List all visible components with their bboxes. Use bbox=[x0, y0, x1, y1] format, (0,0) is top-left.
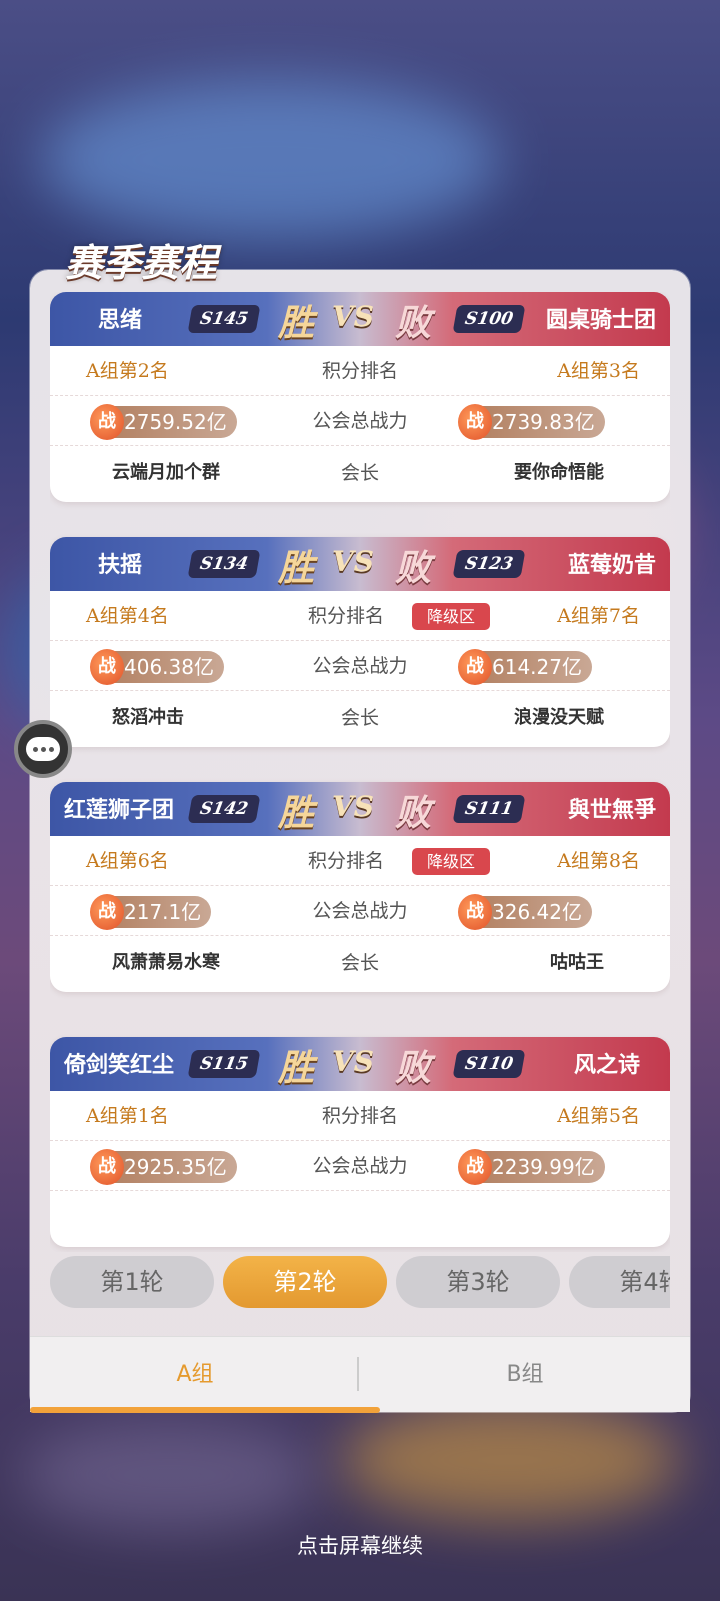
match-card[interactable]: 思绪 S145 胜 VS 败 S100 圆桌骑士团 A组第2名 积分排名 A组第… bbox=[50, 292, 670, 502]
match-header: 思绪 S145 胜 VS 败 S100 圆桌骑士团 bbox=[50, 292, 670, 346]
tap-to-continue[interactable]: 点击屏幕继续 bbox=[0, 1530, 720, 1560]
lose-label: 败 bbox=[395, 1047, 432, 1089]
lose-label: 败 bbox=[395, 547, 432, 589]
match-card[interactable]: 扶摇 S134 胜 VS 败 S123 蓝莓奶昔 A组第4名 积分排名 降级区 … bbox=[50, 537, 670, 747]
tab-round-4[interactable]: 第4轮 bbox=[569, 1256, 670, 1308]
win-label: 胜 bbox=[278, 547, 315, 589]
leader-row: 怒滔冲击 会长 浪漫没天赋 bbox=[50, 693, 670, 743]
vs-label: VS bbox=[332, 545, 374, 578]
tab-divider bbox=[357, 1357, 359, 1391]
right-power-value: 2239.99亿 bbox=[492, 1155, 595, 1179]
left-team-name: 扶摇 bbox=[98, 552, 143, 578]
right-team-name: 风之诗 bbox=[573, 1052, 640, 1078]
win-label: 胜 bbox=[278, 1047, 315, 1089]
right-leader: 浪漫没天赋 bbox=[514, 707, 604, 728]
right-power: 战 614.27亿 bbox=[458, 649, 592, 685]
right-power: 战 2739.83亿 bbox=[458, 404, 605, 440]
right-power-value: 2739.83亿 bbox=[492, 410, 595, 434]
right-power: 战 326.42亿 bbox=[458, 894, 592, 930]
rank-row: A组第2名 积分排名 A组第3名 bbox=[50, 346, 670, 396]
match-card[interactable]: 倚剑笑红尘 S115 胜 VS 败 S110 风之诗 A组第1名 积分排名 A组… bbox=[50, 1037, 670, 1247]
right-server-tag: S111 bbox=[452, 795, 526, 823]
right-leader: 咕咕王 bbox=[550, 952, 604, 973]
leader-row: 风萧萧易水寒 会长 咕咕王 bbox=[50, 938, 670, 988]
tab-group-a[interactable]: A组 bbox=[30, 1337, 360, 1413]
left-team-name: 倚剑笑红尘 bbox=[64, 1052, 175, 1078]
left-server-tag: S145 bbox=[187, 305, 261, 333]
leader-row: 云端月加个群 会长 要你命悟能 bbox=[50, 448, 670, 498]
match-list[interactable]: 思绪 S145 胜 VS 败 S100 圆桌骑士团 A组第2名 积分排名 A组第… bbox=[50, 292, 670, 1252]
rank-row: A组第4名 积分排名 降级区 A组第7名 bbox=[50, 591, 670, 641]
page-title-wrap: 赛季赛程 bbox=[65, 232, 217, 287]
left-server-tag: S134 bbox=[187, 550, 261, 578]
chat-icon bbox=[26, 737, 60, 761]
right-rank: A组第3名 bbox=[557, 360, 640, 382]
tab-round-3[interactable]: 第3轮 bbox=[396, 1256, 560, 1308]
left-rank: A组第6名 bbox=[86, 850, 169, 872]
right-rank: A组第8名 bbox=[557, 850, 640, 872]
right-leader: 要你命悟能 bbox=[514, 462, 604, 483]
relegation-badge: 降级区 bbox=[412, 848, 490, 875]
left-rank: A组第4名 bbox=[86, 605, 169, 627]
left-server-tag: S115 bbox=[187, 1050, 261, 1078]
win-label: 胜 bbox=[278, 302, 315, 344]
match-card[interactable]: 红莲狮子团 S142 胜 VS 败 S111 與世無爭 A组第6名 积分排名 降… bbox=[50, 782, 670, 992]
power-row: 战 406.38亿 公会总战力 战 614.27亿 bbox=[50, 641, 670, 691]
tab-group-b[interactable]: B组 bbox=[360, 1337, 690, 1413]
power-row: 战 2759.52亿 公会总战力 战 2739.83亿 bbox=[50, 396, 670, 446]
rank-row: A组第6名 积分排名 降级区 A组第8名 bbox=[50, 836, 670, 886]
match-header: 红莲狮子团 S142 胜 VS 败 S111 與世無爭 bbox=[50, 782, 670, 836]
left-server-tag: S142 bbox=[187, 795, 261, 823]
lose-label: 败 bbox=[395, 302, 432, 344]
right-power: 战 2239.99亿 bbox=[458, 1149, 605, 1185]
match-header: 扶摇 S134 胜 VS 败 S123 蓝莓奶昔 bbox=[50, 537, 670, 591]
right-team-name: 與世無爭 bbox=[567, 797, 656, 823]
vs-label: VS bbox=[332, 300, 374, 333]
active-tab-indicator bbox=[30, 1407, 380, 1413]
right-power-value: 614.27亿 bbox=[492, 655, 582, 679]
right-team-name: 蓝莓奶昔 bbox=[567, 552, 656, 578]
battle-power-icon: 战 bbox=[458, 1149, 492, 1185]
page-title: 赛季赛程 bbox=[65, 240, 218, 285]
round-tabs: 第1轮 第2轮 第3轮 第4轮 bbox=[30, 1256, 670, 1320]
rank-row: A组第1名 积分排名 A组第5名 bbox=[50, 1091, 670, 1141]
right-power-value: 326.42亿 bbox=[492, 900, 582, 924]
right-team-name: 圆桌骑士团 bbox=[545, 307, 656, 333]
vs-label: VS bbox=[332, 1045, 374, 1078]
battle-power-icon: 战 bbox=[458, 894, 492, 930]
match-header: 倚剑笑红尘 S115 胜 VS 败 S110 风之诗 bbox=[50, 1037, 670, 1091]
tab-round-1[interactable]: 第1轮 bbox=[50, 1256, 214, 1308]
right-server-tag: S100 bbox=[452, 305, 526, 333]
power-row: 战 2925.35亿 公会总战力 战 2239.99亿 bbox=[50, 1141, 670, 1191]
group-tabs: A组 B组 bbox=[30, 1336, 690, 1413]
vs-label: VS bbox=[332, 790, 374, 823]
right-server-tag: S123 bbox=[452, 550, 526, 578]
right-rank: A组第7名 bbox=[557, 605, 640, 627]
win-label: 胜 bbox=[278, 792, 315, 834]
power-row: 战 217.1亿 公会总战力 战 326.42亿 bbox=[50, 886, 670, 936]
right-server-tag: S110 bbox=[452, 1050, 526, 1078]
relegation-badge: 降级区 bbox=[412, 603, 490, 630]
left-team-name: 红莲狮子团 bbox=[64, 797, 175, 823]
battle-power-icon: 战 bbox=[458, 404, 492, 440]
right-rank: A组第5名 bbox=[557, 1105, 640, 1127]
rank-label: 积分排名 bbox=[308, 605, 385, 627]
lose-label: 败 bbox=[395, 792, 432, 834]
chat-bubble-button[interactable] bbox=[14, 720, 72, 778]
left-team-name: 思绪 bbox=[98, 307, 143, 333]
tab-round-2[interactable]: 第2轮 bbox=[223, 1256, 387, 1308]
rank-label: 积分排名 bbox=[308, 850, 385, 872]
battle-power-icon: 战 bbox=[458, 649, 492, 685]
